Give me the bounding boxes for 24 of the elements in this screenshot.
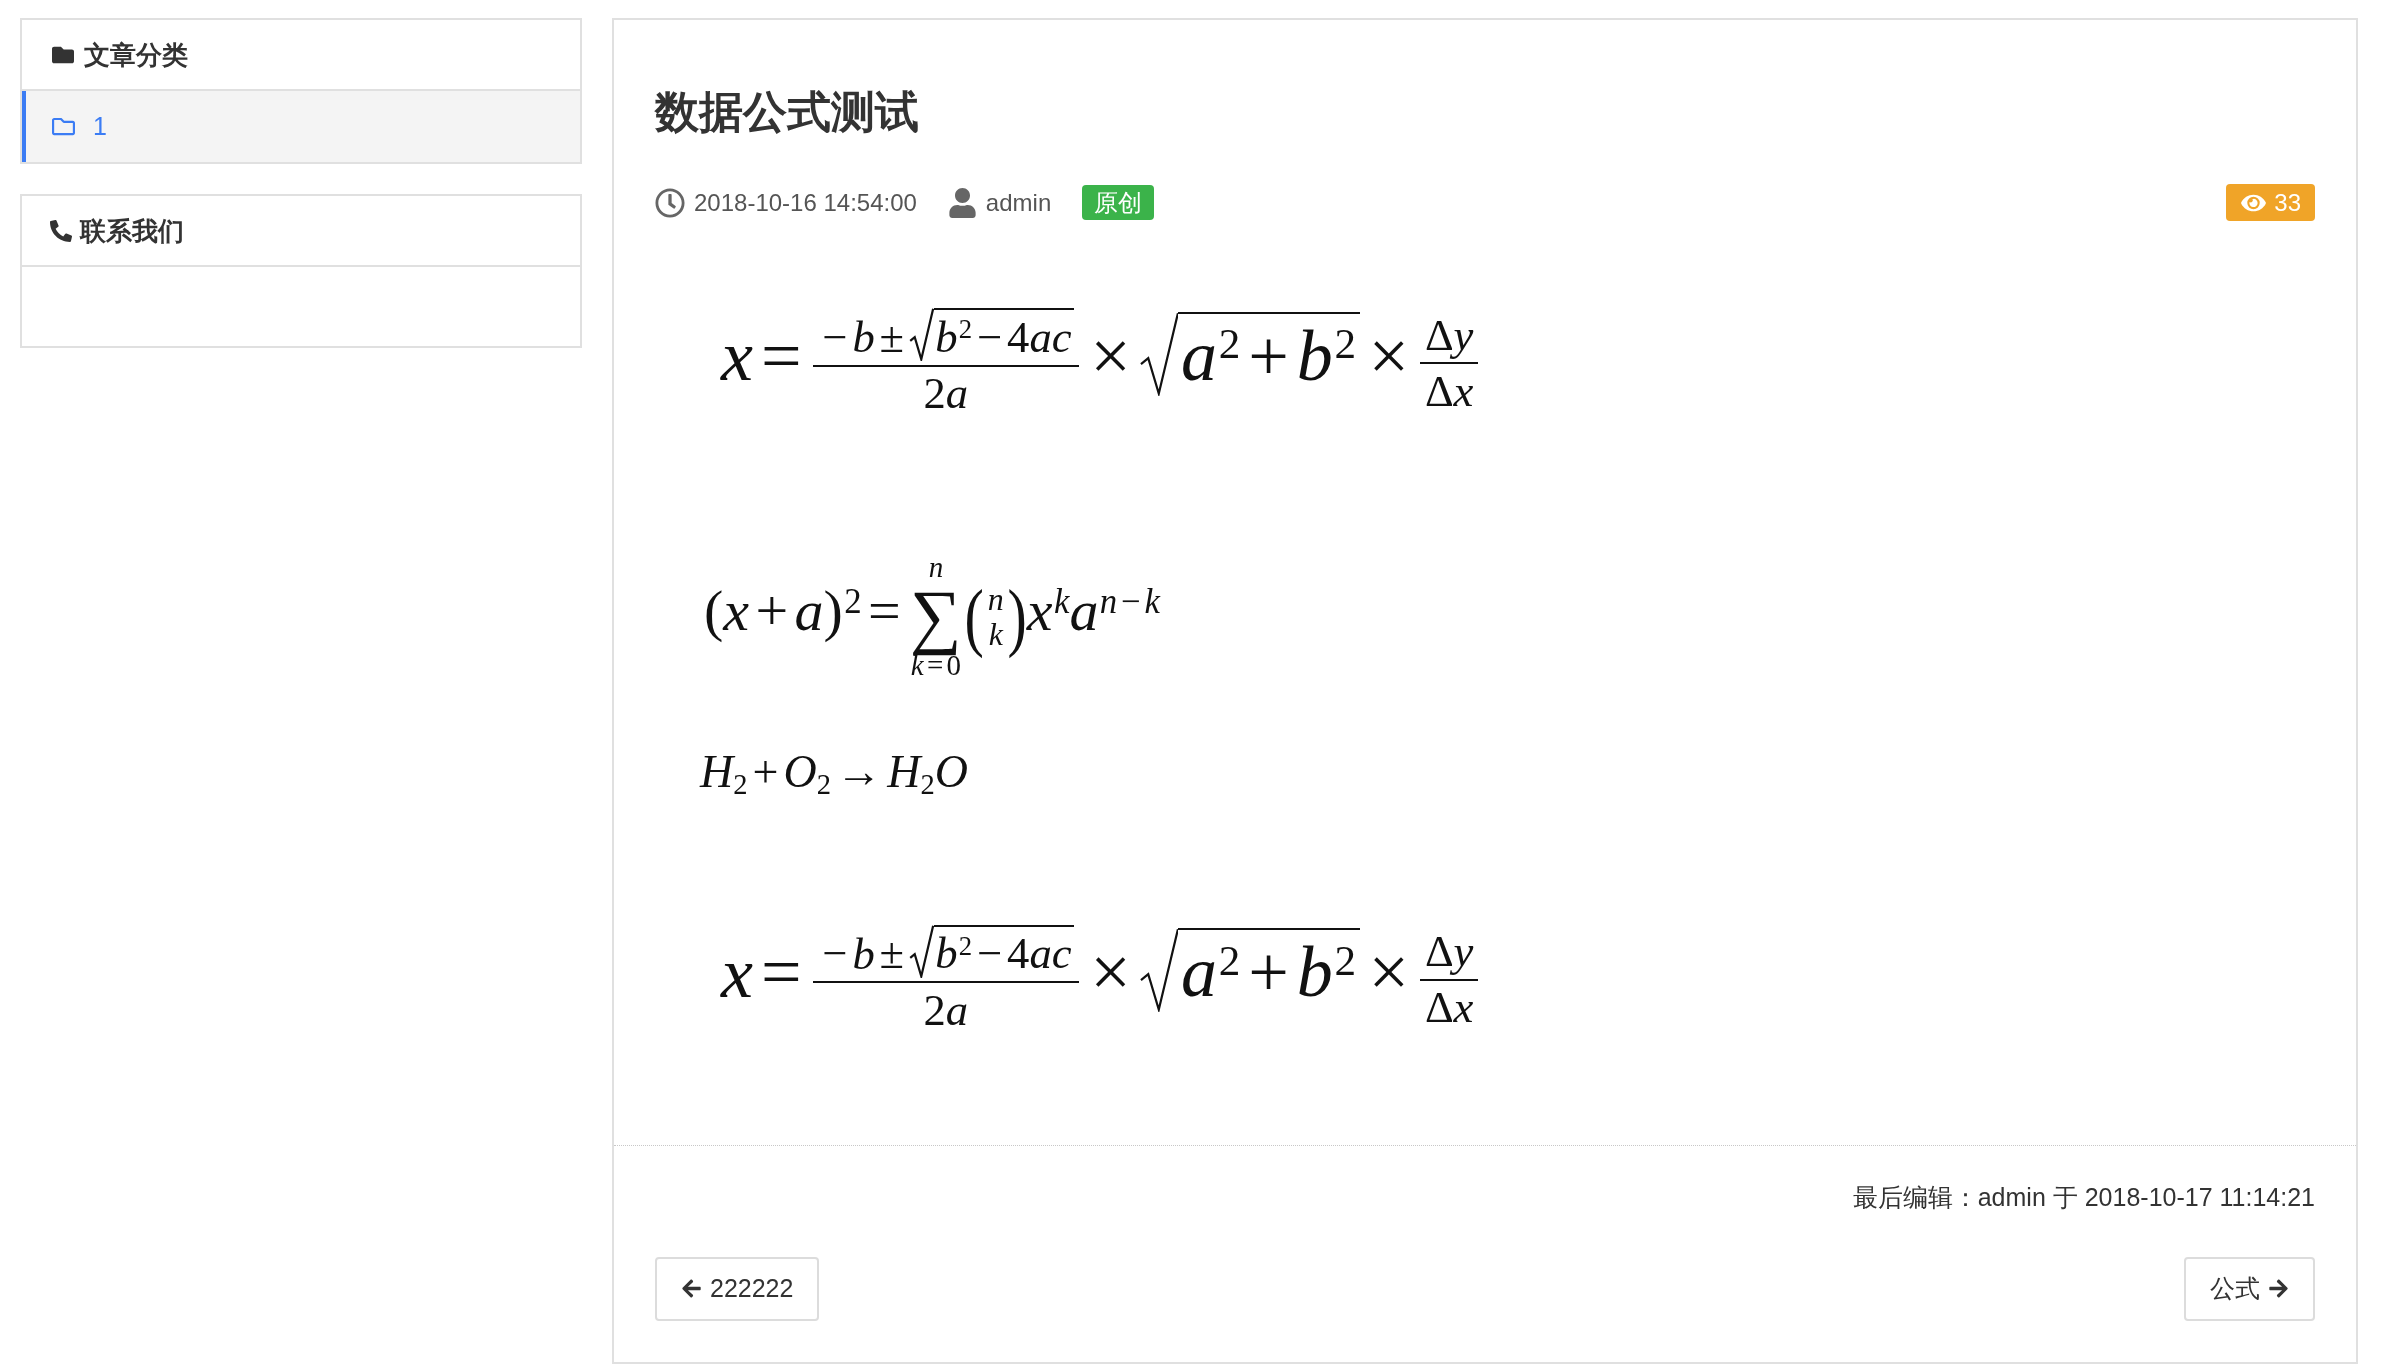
math-formula: x= −b± b$^{2}$−4ac 2a × a$^{2}$+b$^{2}$ × Δy Δx	[721, 308, 1482, 419]
publish-date: 2018-10-16 14:54:00	[694, 187, 917, 218]
arrow-left-icon	[681, 1278, 702, 1300]
math-formula: H$_{2}$+O$_{2}$→H$_{2}$O	[700, 745, 968, 801]
clock-icon	[655, 187, 685, 218]
arrow-right-icon	[2268, 1278, 2289, 1300]
radical-sign-icon	[1138, 928, 1179, 1013]
user-icon	[948, 187, 976, 218]
article-tag: 原创	[1082, 185, 1155, 221]
author-name: admin	[985, 187, 1052, 218]
panel-title: 联系我们	[80, 217, 184, 244]
panel-title: 文章分类	[84, 41, 188, 68]
last-edited-note: 最后编辑：admin 于 2018-10-17 11:14:21	[1851, 1181, 2315, 1213]
previous-article-button[interactable]: 222222	[655, 1256, 820, 1321]
category-item[interactable]: 1	[22, 91, 580, 162]
view-count: 33	[2274, 190, 2301, 215]
article-title: 数据公式测试	[655, 86, 920, 138]
phone-icon	[50, 219, 72, 242]
radical-sign-icon	[909, 924, 934, 978]
math-formula: x= −b± b$^{2}$−4ac 2a × a$^{2}$+b$^{2}$ × Δy Δx	[721, 924, 1482, 1035]
next-article-button[interactable]: 公式	[2184, 1256, 2315, 1321]
radical-sign-icon	[1138, 311, 1179, 396]
folder-icon	[50, 115, 77, 138]
radical-sign-icon	[909, 308, 934, 362]
